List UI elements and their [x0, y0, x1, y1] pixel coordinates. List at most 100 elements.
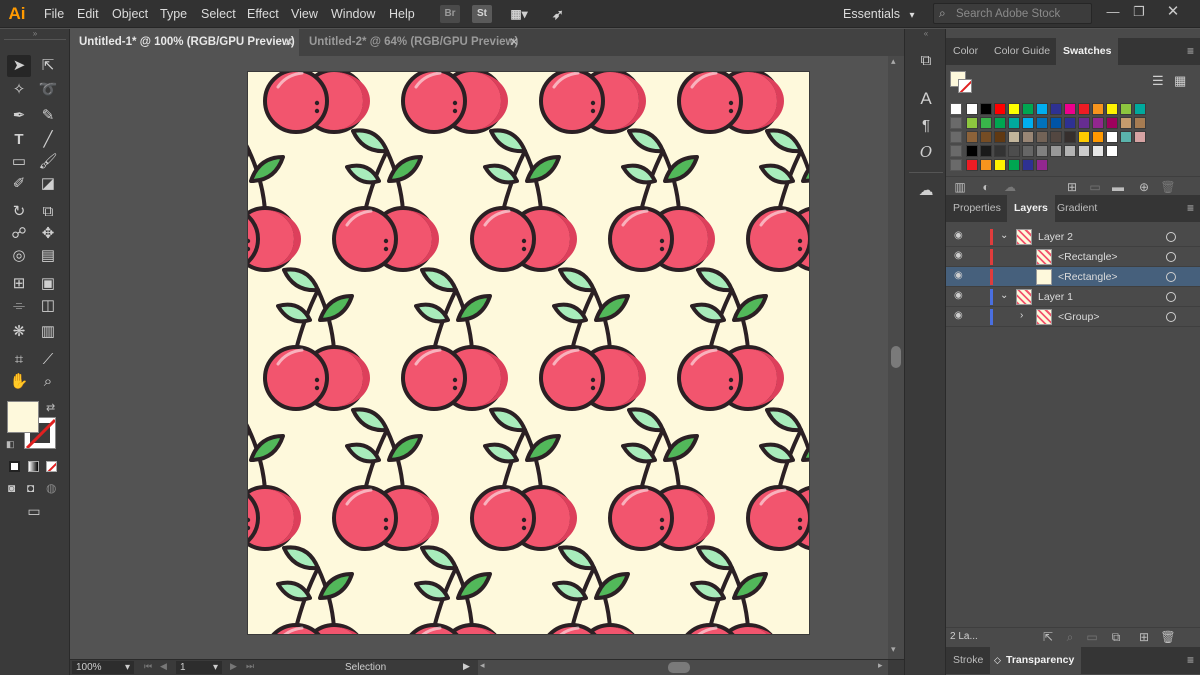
visibility-eye-icon[interactable]: ◉ — [954, 310, 963, 321]
paragraph-panel-icon[interactable]: ¶ — [916, 116, 936, 136]
swap-fill-stroke-icon[interactable]: ⇄ — [46, 401, 55, 414]
color-swatch[interactable] — [1078, 145, 1090, 157]
magic-wand-tool-icon[interactable]: ✧ — [7, 79, 31, 101]
color-swatch[interactable] — [1050, 145, 1062, 157]
menu-view[interactable]: View — [289, 0, 320, 28]
menu-window[interactable]: Window — [329, 0, 377, 28]
menu-effect[interactable]: Effect — [245, 0, 281, 28]
color-swatch[interactable] — [966, 103, 978, 115]
color-swatch[interactable] — [1064, 145, 1076, 157]
target-circle-icon[interactable] — [1166, 252, 1176, 262]
swatch-folder-icon[interactable] — [950, 117, 962, 129]
tab-layers[interactable]: Layers — [1007, 195, 1055, 222]
color-swatch[interactable] — [1008, 131, 1020, 143]
delete-swatch-icon[interactable]: 🗑 — [1160, 179, 1176, 195]
workspace-switcher[interactable]: Essentials ▾ — [843, 5, 915, 23]
color-swatch[interactable] — [994, 145, 1006, 157]
menu-object[interactable]: Object — [110, 0, 150, 28]
tab-gradient[interactable]: Gradient — [1050, 195, 1104, 222]
color-swatch[interactable] — [1022, 117, 1034, 129]
color-swatch[interactable] — [1092, 103, 1104, 115]
color-swatch[interactable] — [980, 145, 992, 157]
zoom-tool-icon[interactable]: ⌕ — [36, 371, 60, 393]
visibility-eye-icon[interactable]: ◉ — [954, 230, 963, 241]
hand-tool-icon[interactable]: ✋ — [7, 371, 31, 393]
rectangle-tool-icon[interactable]: ▭ — [7, 151, 31, 173]
locate-object-icon[interactable]: ⌕ — [1062, 629, 1078, 645]
next-artboard-icon[interactable]: ▶ — [230, 661, 237, 672]
tab-swatches[interactable]: Swatches — [1056, 38, 1119, 65]
stock-search[interactable]: ⌕ — [933, 3, 1092, 24]
list-view-icon[interactable]: ☰ — [1152, 73, 1164, 89]
visibility-eye-icon[interactable]: ◉ — [954, 270, 963, 281]
color-swatch[interactable] — [1022, 159, 1034, 171]
draw-inside-icon[interactable]: ◍ — [46, 481, 60, 495]
color-swatch[interactable] — [1050, 103, 1062, 115]
color-swatch[interactable] — [966, 145, 978, 157]
panel-menu-icon[interactable]: ≡ — [1187, 195, 1194, 222]
gpu-performance-icon[interactable]: ➶ — [548, 5, 568, 23]
panel-menu-icon[interactable]: ≡ — [1187, 38, 1194, 65]
visibility-eye-icon[interactable]: ◉ — [954, 290, 963, 301]
chevron-right-icon[interactable]: › — [1020, 310, 1023, 321]
none-mode-icon[interactable] — [46, 461, 57, 472]
layer-row[interactable]: ◉ <Rectangle> — [946, 247, 1200, 267]
close-icon[interactable]: ✕ — [284, 29, 294, 56]
eraser-tool-icon[interactable]: ◪ — [36, 173, 60, 195]
target-circle-icon[interactable] — [1166, 272, 1176, 282]
puppet-warp-tool-icon[interactable]: ✥ — [36, 223, 60, 245]
target-circle-icon[interactable] — [1166, 232, 1176, 242]
collect-for-export-icon[interactable]: ⇱ — [1040, 629, 1056, 645]
color-swatch[interactable] — [980, 117, 992, 129]
swatch-libraries-icon[interactable]: ▥ — [952, 179, 968, 195]
scroll-up-icon[interactable]: ▴ — [891, 56, 896, 67]
type-tool-icon[interactable]: T — [7, 129, 31, 151]
artboards-panel-icon[interactable]: ⧉ — [916, 51, 936, 71]
shaper-tool-icon[interactable]: ✐ — [7, 173, 31, 195]
color-swatch[interactable] — [1134, 117, 1146, 129]
color-swatch[interactable] — [1036, 131, 1048, 143]
color-mode-icon[interactable] — [9, 461, 20, 472]
selection-tool-icon[interactable]: ➤ — [7, 55, 31, 77]
color-swatch[interactable] — [1036, 145, 1048, 157]
paintbrush-tool-icon[interactable]: 🖌 — [36, 151, 60, 173]
color-swatch[interactable] — [1092, 117, 1104, 129]
color-swatch[interactable] — [1050, 117, 1062, 129]
status-menu-icon[interactable]: ▶ — [463, 661, 470, 672]
close-window-icon[interactable]: ✕ — [1162, 3, 1184, 21]
color-swatch[interactable] — [1008, 145, 1020, 157]
delete-layer-icon[interactable]: 🗑 — [1160, 629, 1176, 645]
lasso-tool-icon[interactable]: ➰ — [36, 79, 60, 101]
target-circle-icon[interactable] — [1166, 312, 1176, 322]
grid-view-icon[interactable]: ▦ — [1174, 73, 1186, 89]
layer-row[interactable]: ◉ ⌄ Layer 1 — [946, 287, 1200, 307]
color-swatch[interactable] — [966, 131, 978, 143]
opentype-panel-icon[interactable]: O — [916, 142, 936, 162]
tab-color-guide[interactable]: Color Guide — [987, 38, 1057, 65]
new-sublayer-icon[interactable]: ⧉ — [1108, 629, 1124, 645]
symbol-sprayer-tool-icon[interactable]: ❋ — [7, 321, 31, 343]
layer-row[interactable]: ◉ <Rectangle> — [946, 267, 1200, 287]
close-icon[interactable]: ✕ — [509, 29, 519, 56]
scroll-down-icon[interactable]: ▾ — [891, 644, 896, 655]
swatch-options-icon[interactable]: ⊞ — [1064, 179, 1080, 195]
color-swatch[interactable] — [994, 131, 1006, 143]
bridge-icon[interactable]: Br — [440, 5, 460, 23]
gradient-mode-icon[interactable] — [28, 461, 39, 472]
color-swatch[interactable] — [1008, 117, 1020, 129]
artboard[interactable] — [248, 72, 809, 634]
color-swatch[interactable] — [1064, 131, 1076, 143]
color-swatch[interactable] — [1064, 117, 1076, 129]
color-swatch[interactable] — [1092, 145, 1104, 157]
draw-behind-icon[interactable]: ◘ — [27, 481, 41, 495]
shape-builder-tool-icon[interactable]: ◎ — [7, 245, 31, 267]
zoom-field[interactable]: 100% ▾ — [72, 661, 134, 674]
add-to-library-icon[interactable]: ☁ — [1002, 179, 1018, 195]
color-swatch[interactable] — [1120, 117, 1132, 129]
color-swatch[interactable] — [994, 103, 1006, 115]
target-circle-icon[interactable] — [1166, 292, 1176, 302]
none-swatch[interactable] — [950, 103, 962, 115]
new-folder-icon[interactable]: ▬ — [1110, 179, 1126, 195]
new-layer-icon[interactable]: ⊞ — [1136, 629, 1152, 645]
color-swatch[interactable] — [1134, 103, 1146, 115]
